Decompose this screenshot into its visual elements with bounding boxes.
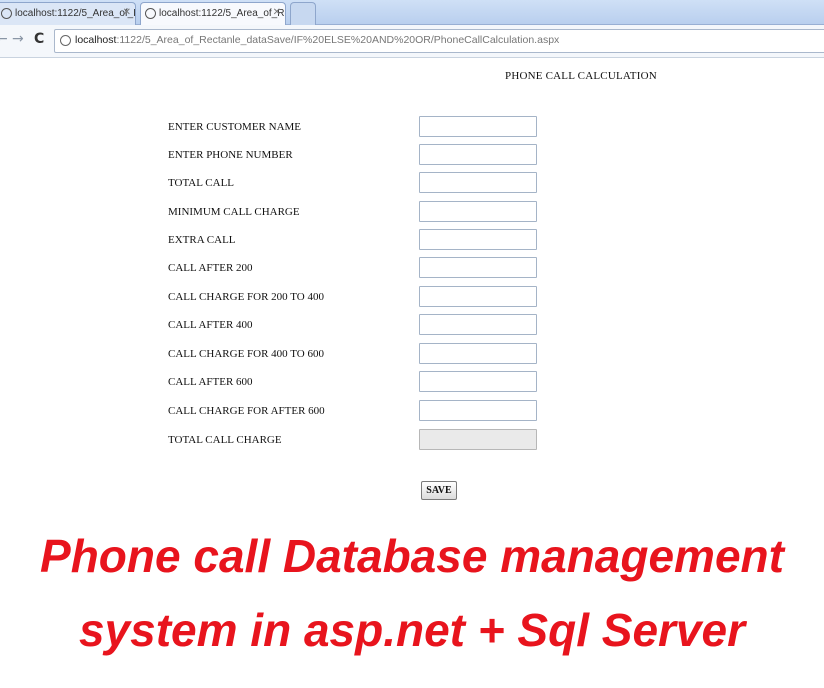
browser-tab-2[interactable]: localhost:1122/5_Area_of_Re ✕ bbox=[140, 2, 286, 25]
browser-toolbar: ← → C localhost:1122/5_Area_of_Rectanle_… bbox=[0, 25, 824, 58]
browser-tab-strip: localhost:1122/5_Area_of_Re ✕ localhost:… bbox=[0, 0, 824, 25]
call-after-200-label: CALL AFTER 200 bbox=[168, 262, 253, 274]
call-charge-400-600-label: CALL CHARGE FOR 400 TO 600 bbox=[168, 348, 324, 360]
total-call-charge-input bbox=[419, 429, 537, 450]
caption-line-2: system in asp.net + Sql Server bbox=[78, 604, 746, 656]
call-charge-after-600-label: CALL CHARGE FOR AFTER 600 bbox=[168, 405, 325, 417]
reload-icon[interactable]: C bbox=[34, 31, 44, 47]
customer-name-input[interactable] bbox=[419, 116, 537, 137]
address-bar[interactable]: localhost:1122/5_Area_of_Rectanle_dataSa… bbox=[54, 29, 824, 53]
save-button[interactable]: SAVE bbox=[421, 481, 457, 500]
url-path: :1122/5_Area_of_Rectanle_dataSave/IF%20E… bbox=[116, 34, 560, 46]
customer-name-label: ENTER CUSTOMER NAME bbox=[168, 121, 302, 133]
globe-icon bbox=[145, 8, 156, 19]
call-charge-400-600-input[interactable] bbox=[419, 343, 537, 364]
phone-number-input[interactable] bbox=[419, 144, 537, 165]
new-tab-button[interactable] bbox=[290, 2, 316, 25]
minimum-call-charge-input[interactable] bbox=[419, 201, 537, 222]
forward-arrow-icon[interactable]: → bbox=[12, 31, 24, 47]
url-host: localhost bbox=[75, 34, 117, 46]
back-arrow-icon[interactable]: ← bbox=[0, 31, 8, 47]
close-tab-icon[interactable]: ✕ bbox=[273, 7, 281, 18]
page-title: PHONE CALL CALCULATION bbox=[505, 70, 657, 82]
globe-icon bbox=[1, 8, 12, 19]
extra-call-input[interactable] bbox=[419, 229, 537, 250]
call-after-200-input[interactable] bbox=[419, 257, 537, 278]
total-call-input[interactable] bbox=[419, 172, 537, 193]
call-charge-after-600-input[interactable] bbox=[419, 400, 537, 421]
address-url: localhost:1122/5_Area_of_Rectanle_dataSa… bbox=[75, 34, 559, 46]
page-info-icon[interactable] bbox=[60, 35, 71, 46]
caption-line-1: Phone call Database management bbox=[40, 530, 784, 582]
call-after-400-input[interactable] bbox=[419, 314, 537, 335]
call-after-600-input[interactable] bbox=[419, 371, 537, 392]
phone-number-label: ENTER PHONE NUMBER bbox=[168, 149, 293, 161]
call-charge-200-400-input[interactable] bbox=[419, 286, 537, 307]
call-charge-200-400-label: CALL CHARGE FOR 200 TO 400 bbox=[168, 291, 324, 303]
tab-2-label: localhost:1122/5_Area_of_Re bbox=[159, 8, 286, 19]
minimum-call-charge-label: MINIMUM CALL CHARGE bbox=[168, 206, 300, 218]
close-tab-icon[interactable]: ✕ bbox=[123, 7, 131, 18]
call-after-600-label: CALL AFTER 600 bbox=[168, 376, 253, 388]
browser-tab-1[interactable]: localhost:1122/5_Area_of_Re ✕ bbox=[0, 2, 136, 25]
extra-call-label: EXTRA CALL bbox=[168, 234, 236, 246]
tab-1-label: localhost:1122/5_Area_of_Re bbox=[15, 8, 136, 19]
total-call-label: TOTAL CALL bbox=[168, 177, 235, 189]
call-after-400-label: CALL AFTER 400 bbox=[168, 319, 253, 331]
total-call-charge-label: TOTAL CALL CHARGE bbox=[168, 434, 282, 446]
